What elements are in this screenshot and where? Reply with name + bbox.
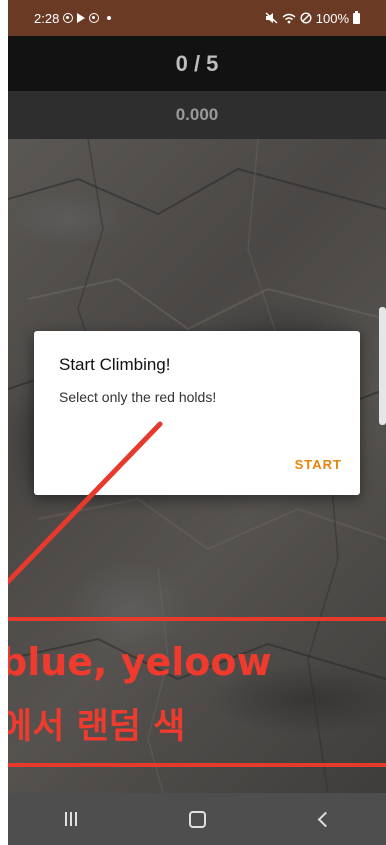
record-icon (63, 13, 74, 23)
status-left: 2:28 (34, 10, 112, 26)
score-bar: 0 / 5 (8, 36, 386, 91)
back-button[interactable] (293, 799, 353, 839)
dialog-message: Select only the red holds! (59, 389, 217, 405)
no-signal-icon (300, 12, 312, 24)
home-button[interactable] (167, 799, 227, 839)
start-dialog: Start Climbing! Select only the red hold… (34, 331, 360, 495)
mute-icon (265, 12, 278, 24)
phone-frame: 2:28 100% 0 / 5 0.000 Start Climbing! Se… (0, 0, 386, 845)
navigation-bar (8, 793, 386, 845)
timer-bar: 0.000 (8, 91, 386, 139)
home-icon (188, 810, 206, 828)
battery-icon (353, 10, 360, 24)
recents-button[interactable] (41, 799, 101, 839)
annotation-text-2: 에서 랜덤 색 (8, 707, 186, 747)
status-time: 2:28 (34, 10, 60, 26)
app-screen: 2:28 100% 0 / 5 0.000 Start Climbing! Se… (8, 0, 386, 845)
status-bar: 2:28 100% (8, 0, 386, 36)
dot-icon (107, 16, 112, 20)
dialog-title: Start Climbing! (59, 355, 171, 374)
record-icon (89, 13, 100, 23)
annotation-text-1: blue, yeloow (8, 640, 272, 684)
wifi-icon (282, 13, 296, 23)
battery-level: 100% (315, 10, 349, 26)
play-icon (77, 13, 86, 23)
scrollbar[interactable] (379, 307, 386, 425)
back-icon (317, 811, 333, 827)
status-right: 100% (265, 10, 360, 26)
recents-icon (65, 812, 77, 826)
timer-value: 0.000 (175, 105, 219, 124)
start-button[interactable]: START (289, 453, 348, 476)
score-counter: 0 / 5 (175, 50, 219, 76)
